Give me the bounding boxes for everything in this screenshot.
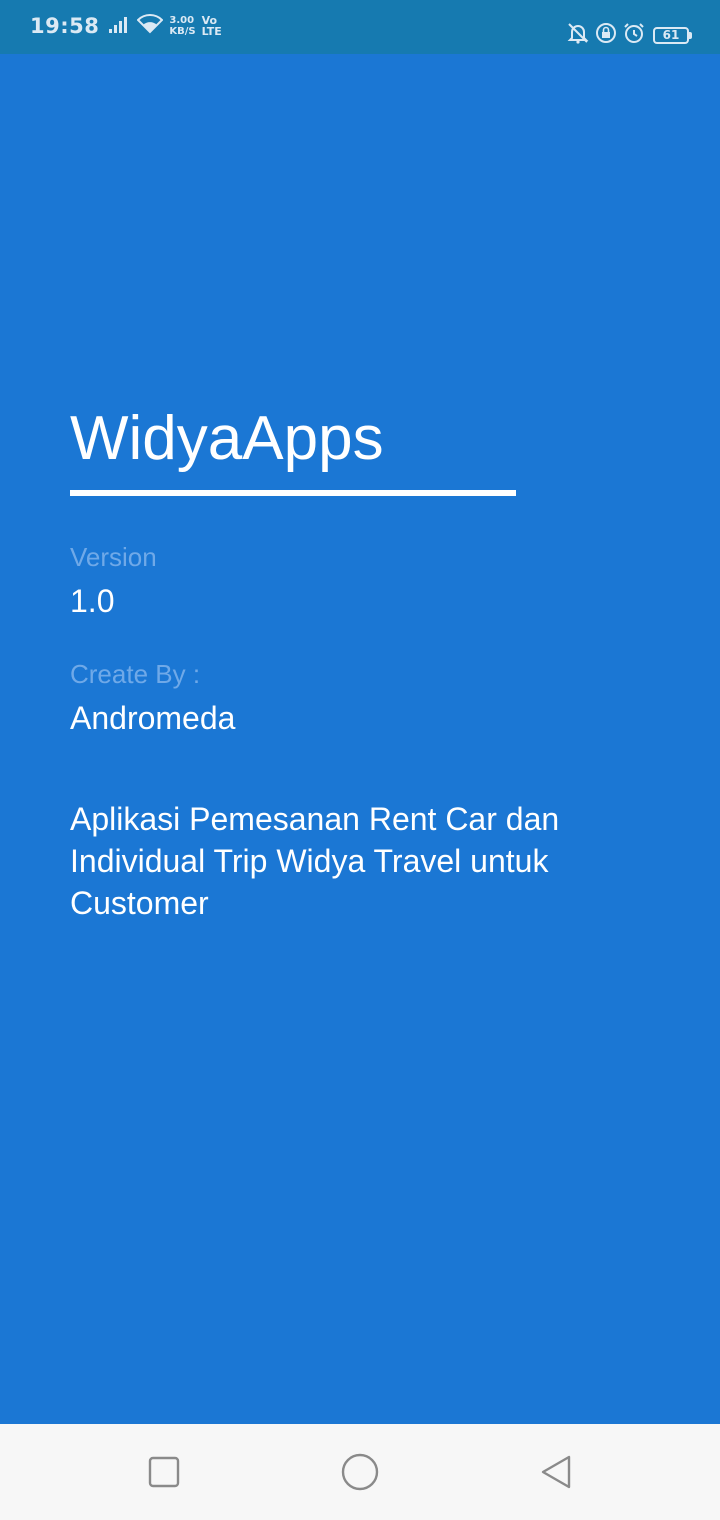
status-bar: 19:58 3.00 KB/S Vo LTE 61 bbox=[0, 0, 720, 54]
volte-indicator: Vo LTE bbox=[202, 15, 222, 37]
mute-bell-icon bbox=[561, 22, 589, 48]
status-time: 19:58 bbox=[30, 14, 100, 38]
version-value: 1.0 bbox=[70, 583, 115, 619]
wifi-icon bbox=[136, 14, 164, 38]
home-icon[interactable] bbox=[340, 1452, 380, 1492]
battery-level: 61 bbox=[653, 26, 689, 44]
navigation-bar bbox=[0, 1424, 720, 1520]
rotation-lock-icon bbox=[589, 22, 617, 48]
battery-icon: 61 bbox=[653, 26, 692, 44]
status-bar-left: 19:58 3.00 KB/S Vo LTE bbox=[30, 14, 222, 38]
alarm-icon bbox=[617, 22, 645, 48]
network-speed-value: 3.00 bbox=[169, 15, 195, 26]
recents-icon[interactable] bbox=[144, 1452, 184, 1492]
battery-tip bbox=[689, 31, 692, 39]
back-icon[interactable] bbox=[536, 1452, 576, 1492]
network-speed-unit: KB/S bbox=[169, 26, 196, 37]
status-bar-right: 61 bbox=[561, 22, 692, 48]
version-label: Version bbox=[70, 542, 157, 572]
author-label: Create By : bbox=[70, 659, 201, 689]
network-speed: 3.00 KB/S bbox=[169, 15, 195, 37]
app-title: WidyaApps bbox=[70, 404, 384, 473]
author-value: Andromeda bbox=[70, 700, 236, 736]
volte-bottom: LTE bbox=[201, 25, 222, 38]
cellular-signal-icon bbox=[109, 15, 131, 37]
app-description: Aplikasi Pemesanan Rent Car dan Individu… bbox=[70, 801, 560, 921]
title-underline bbox=[70, 490, 516, 496]
